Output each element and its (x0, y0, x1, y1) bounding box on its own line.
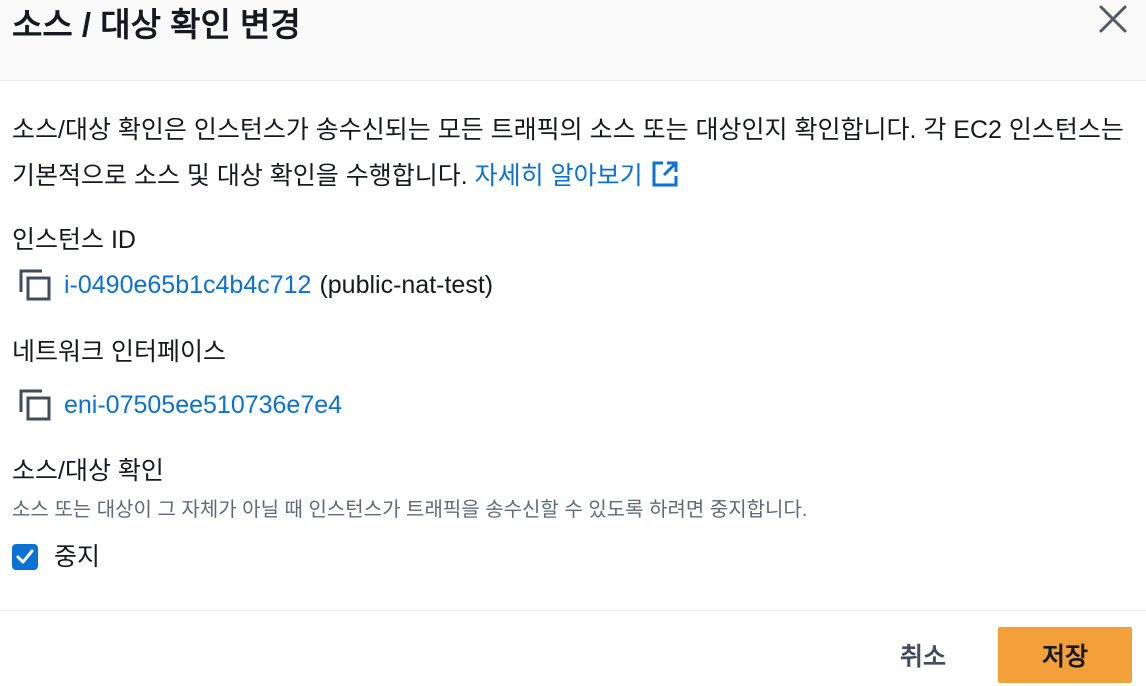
copy-icon[interactable] (18, 268, 54, 302)
copy-icon[interactable] (18, 388, 54, 422)
change-source-dest-check-modal: 소스 / 대상 확인 변경 소스/대상 확인은 인스턴스가 송수신되는 모든 트… (0, 0, 1146, 686)
external-link-icon (651, 157, 679, 203)
close-icon (1099, 5, 1127, 33)
stop-checkbox-label: 중지 (54, 543, 101, 571)
network-interface-link[interactable]: eni-07505ee510736e7e4 (64, 388, 342, 422)
network-interface-label: 네트워크 인터페이스 (12, 338, 226, 366)
instance-id-label: 인스턴스 ID (12, 226, 136, 254)
instance-id-row: i-0490e65b1c4b4c712 (public-nat-test) (18, 268, 493, 302)
stop-checkbox-row[interactable]: 중지 (12, 540, 100, 574)
cancel-button[interactable]: 취소 (880, 627, 966, 683)
learn-more-label: 자세히 알아보기 (474, 162, 643, 190)
stop-checkbox[interactable] (12, 544, 38, 570)
instance-id-link[interactable]: i-0490e65b1c4b4c712 (64, 268, 311, 302)
description: 소스/대상 확인은 인스턴스가 송수신되는 모든 트래픽의 소스 또는 대상인지… (12, 107, 1132, 203)
modal-footer: 취소 저장 (0, 610, 1146, 686)
instance-name: (public-nat-test) (319, 271, 494, 299)
learn-more-link[interactable]: 자세히 알아보기 (474, 161, 679, 190)
network-interface-row: eni-07505ee510736e7e4 (18, 388, 342, 422)
save-button[interactable]: 저장 (998, 627, 1132, 683)
close-button[interactable] (1096, 2, 1130, 36)
source-dest-check-label: 소스/대상 확인 (12, 457, 164, 485)
modal-title: 소스 / 대상 확인 변경 (12, 6, 301, 43)
source-dest-check-description: 소스 또는 대상이 그 자체가 아닐 때 인스턴스가 트래픽을 송수신할 수 있… (12, 499, 808, 521)
checkmark-icon (16, 549, 34, 564)
modal-header: 소스 / 대상 확인 변경 (0, 0, 1146, 81)
